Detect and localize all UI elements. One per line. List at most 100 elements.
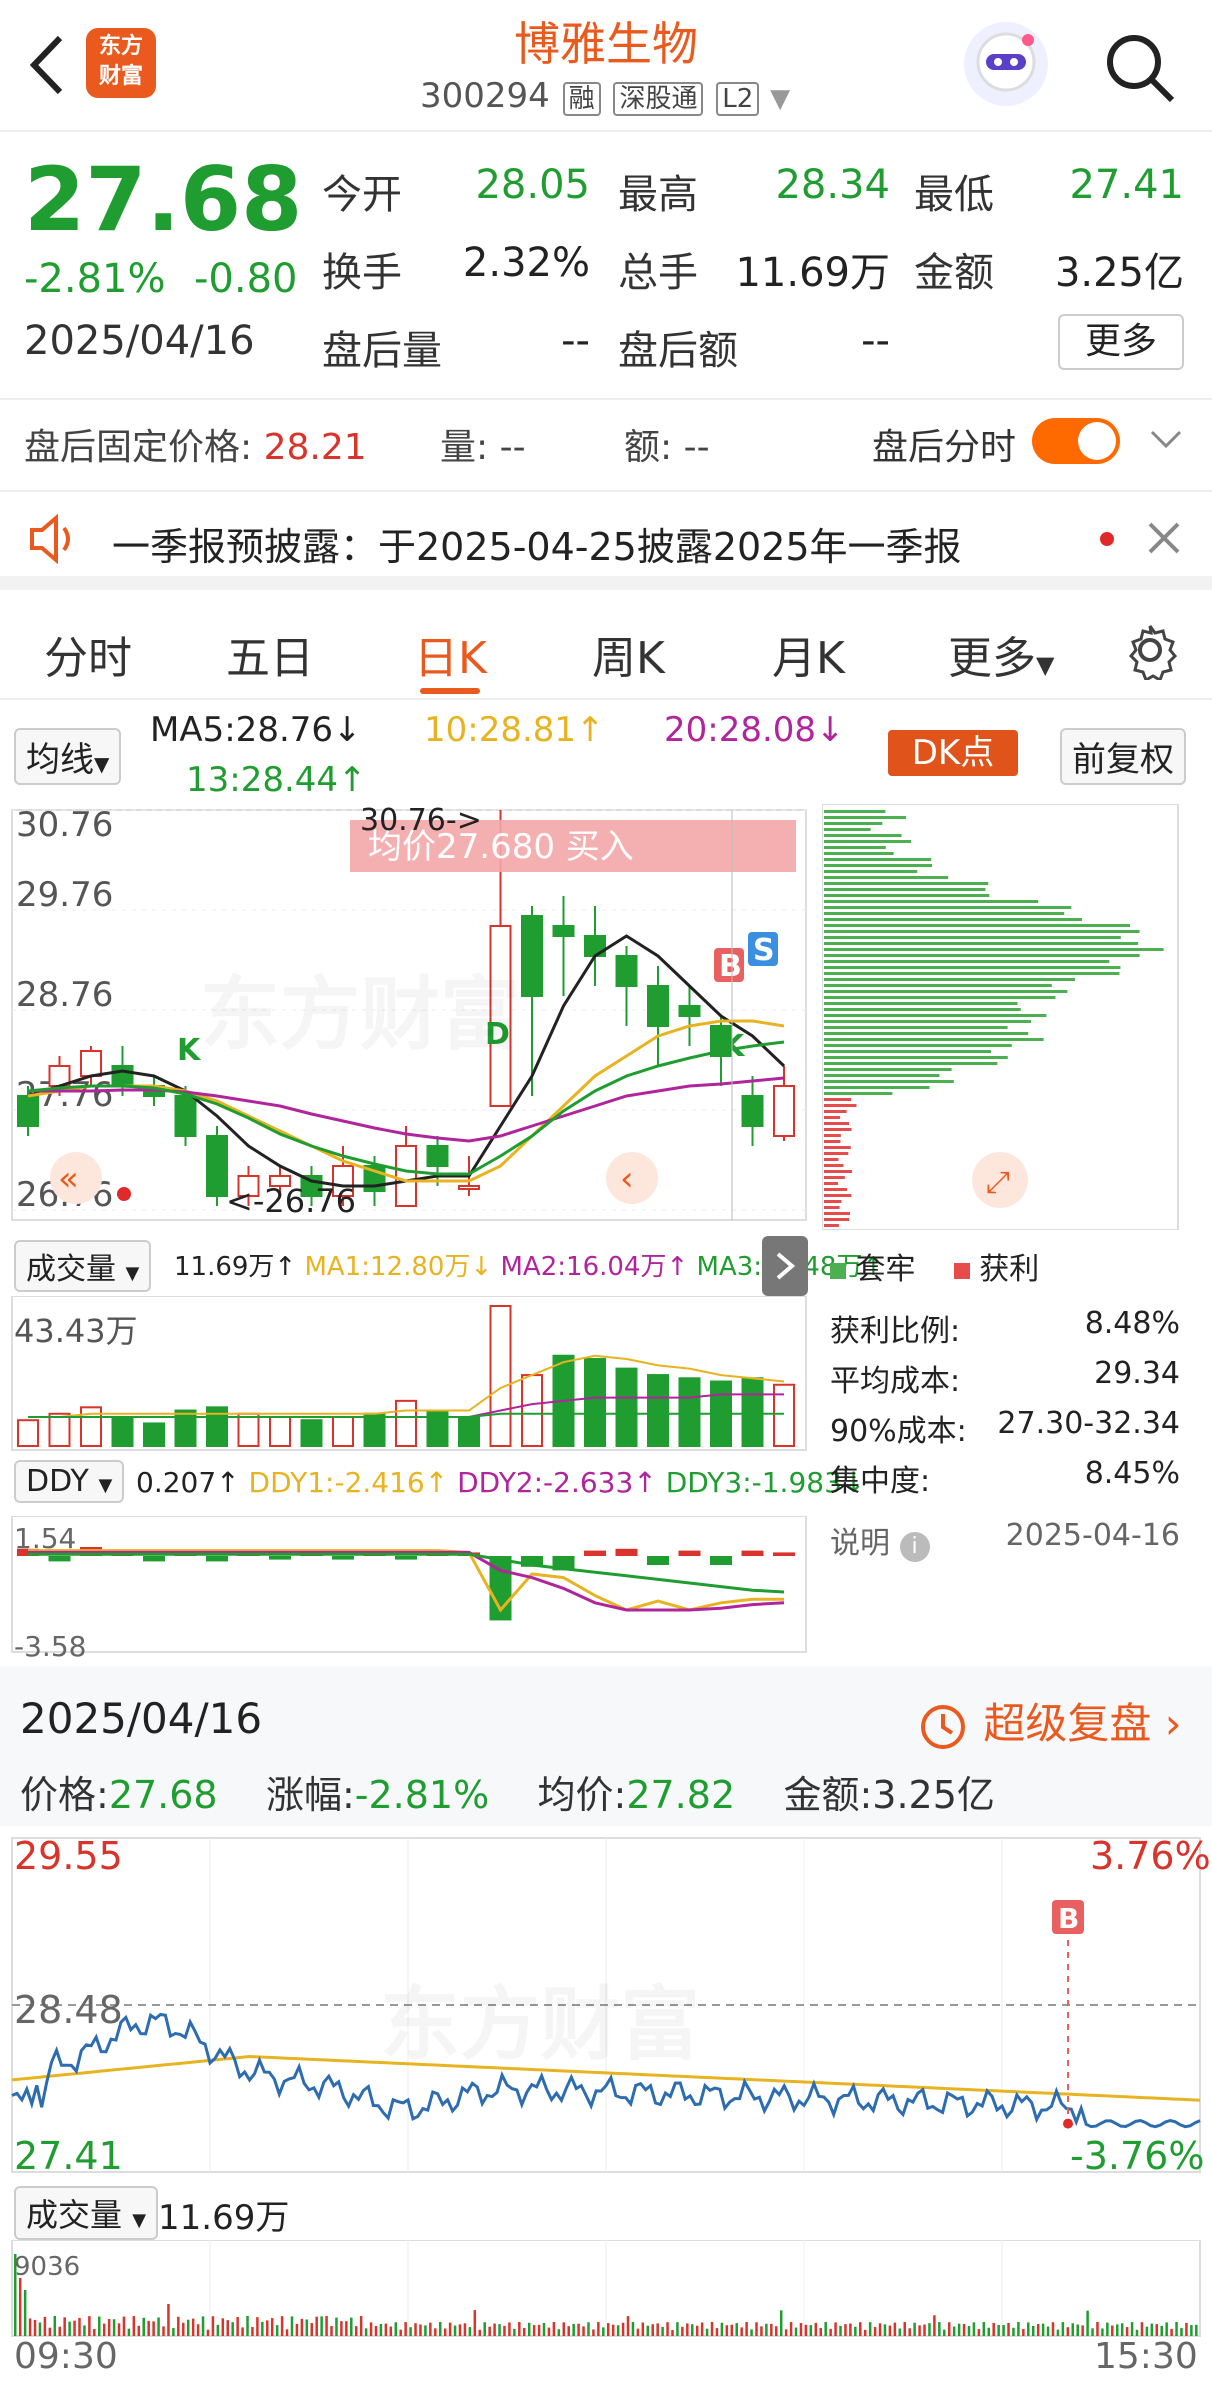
review-price-label: 价格:	[20, 1773, 109, 1817]
intraday-volume-bar	[962, 2323, 966, 2336]
volume-ma1: MA1:12.80万↓	[304, 1252, 493, 1282]
chip-bar	[824, 996, 1056, 999]
intraday-volume-bar	[1111, 2325, 1114, 2336]
chip-bar	[824, 936, 1121, 939]
intraday-volume-bar	[58, 2326, 61, 2336]
chip-note-row[interactable]: 说明 i 2025-04-16	[830, 1518, 1180, 1562]
volume-selector[interactable]: 成交量 ▼	[14, 1240, 152, 1292]
intraday-volume-bar	[1120, 2323, 1124, 2336]
tab-timeshare[interactable]: 分时	[44, 622, 132, 686]
robot-avatar-icon[interactable]	[964, 22, 1048, 106]
intraday-pct-top: 3.76%	[1090, 1834, 1211, 1878]
intraday-volume-bar	[340, 2321, 343, 2336]
chip-bar	[824, 900, 1039, 903]
ddy-selector[interactable]: DDY ▼	[14, 1460, 125, 1503]
intraday-volume-bar	[359, 2316, 363, 2336]
chip-bar	[824, 1176, 845, 1179]
review-price: 27.68	[108, 1773, 218, 1817]
intraday-volume-bar	[448, 2322, 452, 2336]
volume-bar	[143, 1422, 165, 1447]
intraday-volume-bar	[888, 2325, 892, 2336]
intraday-volume-bar	[730, 2324, 734, 2336]
after-amt-value: --	[861, 318, 890, 364]
settings-gear-icon[interactable]	[1120, 620, 1180, 684]
chip-bar	[824, 1200, 842, 1203]
intraday-volume-bar	[98, 2316, 101, 2336]
tab-daily-k[interactable]: 日K	[414, 622, 487, 686]
intraday-volume-bar	[918, 2325, 921, 2336]
intraday-volume-bar	[760, 2326, 763, 2336]
chip-bar	[824, 1128, 852, 1131]
dk-point-button[interactable]: DK点	[888, 730, 1018, 776]
change-pct: -2.81%	[24, 256, 166, 302]
notice-bar[interactable]: 一季报预披露：于2025-04-25披露2025年一季报	[0, 490, 1212, 590]
after-hours-divider	[0, 398, 1212, 400]
intraday-volume-bar	[438, 2322, 442, 2336]
chip-bar	[824, 1008, 1021, 1011]
ddy-bar	[773, 1552, 795, 1556]
intraday-volume-bar	[908, 2328, 911, 2336]
intraday-volume-bar	[883, 2324, 887, 2336]
caret-down-icon: ▼	[1036, 651, 1055, 679]
intraday-volume-bar	[162, 2326, 165, 2336]
intraday-volume-bar	[127, 2328, 131, 2336]
tab-monthly-k[interactable]: 月K	[772, 622, 845, 686]
signal-dot	[1063, 2118, 1073, 2129]
ma-selector[interactable]: 均线▼	[14, 728, 122, 785]
candle-body	[206, 1135, 228, 1197]
tab-weekly-k[interactable]: 周K	[592, 622, 665, 686]
after-vol-row: 量: --	[440, 418, 526, 470]
chevron-down-icon[interactable]	[1148, 424, 1184, 458]
intraday-volume-bar	[330, 2326, 333, 2336]
intraday-volume-bar	[1051, 2322, 1055, 2336]
legend-trapped: 套牢	[855, 1252, 916, 1287]
super-review-button[interactable]: 超级复盘 ›	[916, 1690, 1182, 1754]
intraday-volume-bar	[394, 2322, 398, 2336]
ddy-bar	[206, 1556, 228, 1562]
candle-body	[678, 1005, 701, 1017]
expand-panel-button[interactable]	[762, 1236, 808, 1296]
intraday-volume-bar	[715, 2328, 719, 2336]
intraday-volume-bar	[38, 2322, 42, 2336]
high-value: 28.34	[775, 162, 890, 208]
intraday-volume-bar	[1017, 2322, 1020, 2336]
caret-down-icon: ▼	[125, 1263, 140, 1284]
intraday-volume-bar	[859, 2322, 862, 2336]
chip-bar	[824, 1062, 998, 1065]
chip-bar	[824, 846, 886, 849]
volume-bar	[237, 1412, 260, 1448]
search-icon[interactable]	[1100, 28, 1180, 108]
tab-more[interactable]: 更多▼	[948, 622, 1054, 686]
volume-bar	[395, 1399, 417, 1447]
intraday-volume-bar	[246, 2316, 249, 2336]
review-stats: 价格:27.68 涨幅:-2.81% 均价:27.82 金额:3.25亿	[20, 1764, 995, 1819]
close-icon[interactable]	[1146, 520, 1182, 560]
intraday-volume-bar	[320, 2316, 323, 2336]
intraday-volume-bar	[631, 2322, 635, 2336]
tab-five-day[interactable]: 五日	[226, 622, 314, 686]
chip-bar	[824, 852, 894, 855]
intraday-volume-bar	[537, 2324, 541, 2336]
more-quote-button[interactable]: 更多	[1058, 314, 1184, 370]
chip-row-concentration: 集中度: 8.45%	[830, 1456, 1180, 1500]
intraday-volume-bar	[789, 2322, 793, 2336]
intraday-volume-selector[interactable]: 成交量 ▼	[14, 2186, 159, 2240]
intraday-volume-bar	[1165, 2322, 1168, 2336]
signal-b-marker: B	[719, 949, 742, 984]
adjust-button[interactable]: 前复权	[1060, 728, 1186, 785]
ddy-bar	[332, 1556, 354, 1560]
chip-bar	[824, 1146, 851, 1149]
chip-bar	[824, 1116, 841, 1119]
chevron-down-icon[interactable]: ▼	[770, 84, 790, 114]
intraday-volume-bar	[350, 2317, 353, 2336]
volume-bar	[647, 1374, 669, 1447]
volume-bar	[111, 1415, 134, 1447]
intraday-volume-bar	[844, 2324, 847, 2336]
intraday-volume-bar	[928, 2323, 931, 2336]
turnover-label: 换手	[322, 250, 402, 296]
intraday-volume-bar	[325, 2316, 328, 2336]
intraday-volume-bar	[705, 2328, 709, 2336]
after-hours-toggle[interactable]	[1032, 418, 1120, 464]
intraday-volume-bar	[177, 2316, 180, 2336]
intraday-volume-bar	[572, 2323, 575, 2336]
